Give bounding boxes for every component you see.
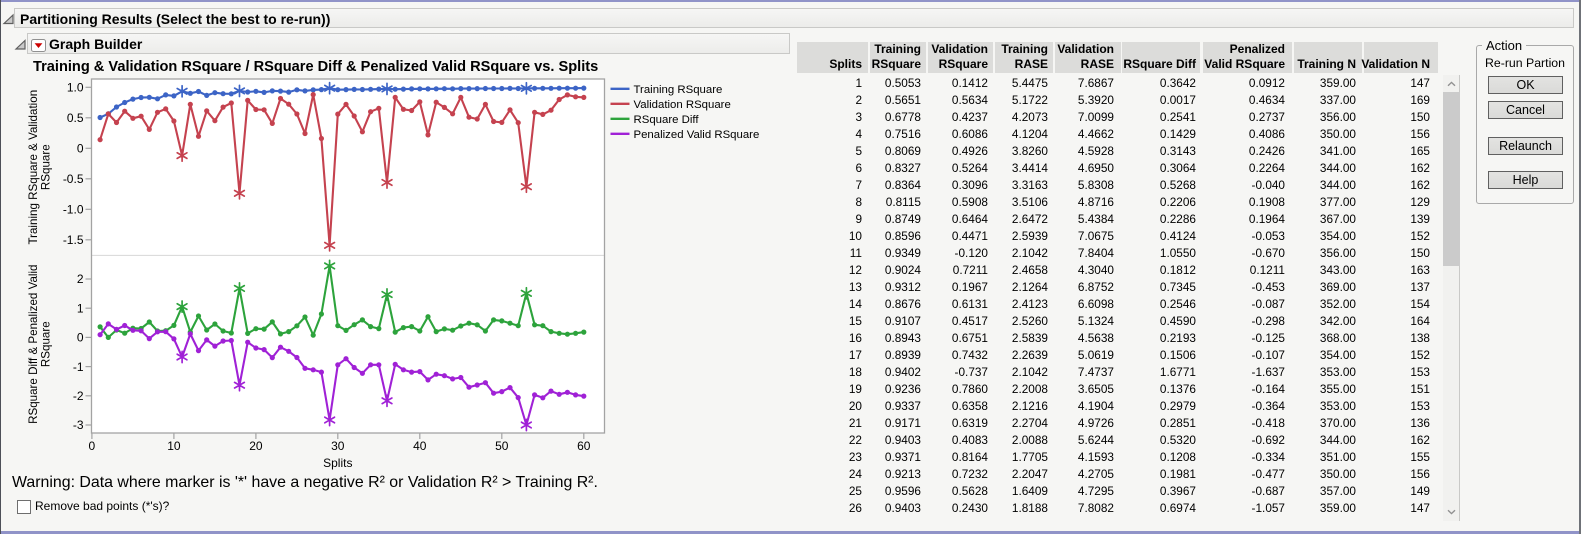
svg-text:RSquare Diff: RSquare Diff: [634, 114, 700, 126]
svg-text:-1.0: -1.0: [63, 203, 84, 217]
svg-text:-1.5: -1.5: [63, 233, 84, 247]
svg-text:0: 0: [77, 142, 84, 156]
svg-text:-3: -3: [73, 418, 84, 432]
svg-text:40: 40: [413, 439, 427, 453]
svg-text:0: 0: [89, 439, 96, 453]
svg-text:0.5: 0.5: [67, 111, 84, 125]
svg-text:RSquare: RSquare: [40, 144, 53, 190]
svg-text:20: 20: [249, 439, 263, 453]
svg-text:50: 50: [495, 439, 509, 453]
svg-text:Training & Validation RSquare: Training & Validation RSquare / RSquare …: [33, 59, 598, 75]
svg-text:1.0: 1.0: [67, 81, 84, 95]
svg-text:0: 0: [77, 331, 84, 345]
svg-text:Validation RSquare: Validation RSquare: [634, 99, 731, 111]
svg-text:Training RSquare & Validation: Training RSquare & Validation: [27, 90, 40, 245]
svg-text:2: 2: [77, 272, 84, 286]
svg-text:1: 1: [77, 301, 84, 315]
svg-text:10: 10: [167, 439, 181, 453]
svg-text:Training RSquare: Training RSquare: [634, 84, 723, 96]
svg-text:Penalized Valid RSquare: Penalized Valid RSquare: [634, 129, 760, 141]
svg-text:30: 30: [331, 439, 345, 453]
svg-text:Splits: Splits: [323, 456, 352, 470]
svg-text:RSquare Diff & Penalized Valid: RSquare Diff & Penalized Valid: [27, 264, 40, 423]
svg-text:60: 60: [577, 439, 591, 453]
svg-text:RSquare: RSquare: [40, 321, 53, 367]
svg-text:-2: -2: [73, 389, 84, 403]
svg-text:-0.5: -0.5: [63, 172, 84, 186]
svg-text:-1: -1: [73, 360, 84, 374]
